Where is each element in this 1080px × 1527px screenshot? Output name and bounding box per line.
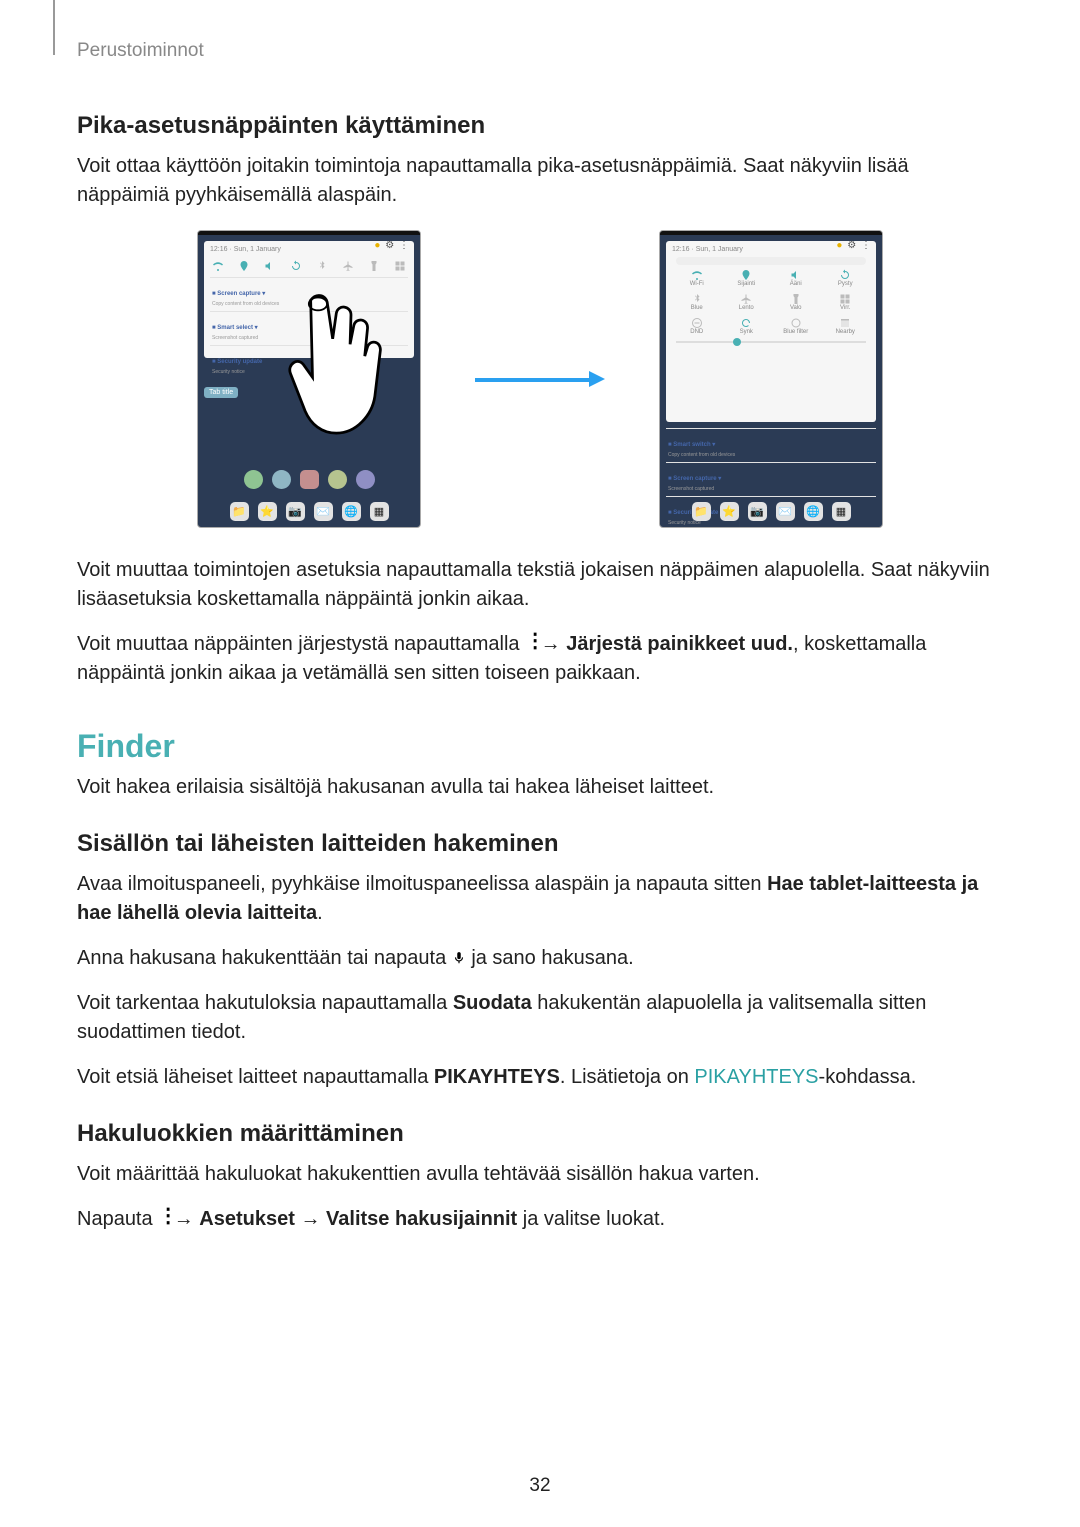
- sound-icon: [264, 259, 276, 271]
- power-icon: [821, 293, 871, 305]
- swipe-down-arrow-icon: ↓: [344, 327, 358, 359]
- text: ja sano hakusana.: [471, 947, 633, 969]
- text: Voit muuttaa näppäinten järjestystä napa…: [77, 633, 525, 655]
- text: ja valitse luokat.: [523, 1208, 665, 1230]
- wifi-icon: [212, 259, 224, 271]
- sound-icon: [771, 269, 821, 281]
- link-pikayhteys[interactable]: PIKAYHTEYS: [694, 1066, 818, 1088]
- wifi-icon: [672, 269, 722, 281]
- flashlight-icon: [368, 259, 380, 271]
- dock-apps-icon: ▦: [370, 502, 389, 521]
- paragraph: Anna hakusana hakukenttään tai napauta j…: [77, 944, 1003, 973]
- paragraph: Voit muuttaa toimintojen asetuksia napau…: [77, 556, 1003, 614]
- section-heading-finder: Finder: [77, 728, 1003, 765]
- paragraph: Avaa ilmoituspaneeli, pyyhkäise ilmoitus…: [77, 870, 1003, 928]
- grid-icon: [394, 259, 406, 271]
- text: . Lisätietoja on: [560, 1066, 695, 1088]
- paragraph: Napauta → Asetukset → Valitse hakusijain…: [77, 1205, 1003, 1234]
- microphone-icon: [452, 947, 466, 965]
- dock-mail-icon: ✉️: [314, 502, 333, 521]
- bluelight-icon: [771, 317, 821, 329]
- more-options-icon: [158, 1209, 168, 1227]
- search-bar: [676, 257, 866, 265]
- paragraph: Voit hakea erilaisia sisältöjä hakusanan…: [77, 773, 1003, 802]
- rotate-icon: [290, 259, 302, 271]
- text-bold: Järjestä painikkeet uud.: [566, 633, 793, 655]
- bluetooth-icon: [672, 293, 722, 305]
- paragraph: Voit tarkentaa hakutuloksia napauttamall…: [77, 989, 1003, 1047]
- flashlight-icon: [771, 293, 821, 305]
- paragraph: Voit ottaa käyttöön joitakin toimintoja …: [77, 152, 1003, 210]
- screenshot-before: 12:16 · Sun, 1 January ● ⚙ ⋮: [197, 230, 421, 528]
- location-icon: [722, 269, 772, 281]
- rotate-icon: [821, 269, 871, 281]
- breadcrumb: Perustoiminnot: [77, 40, 1003, 62]
- text-bold: Valitse hakusijainnit: [326, 1208, 517, 1230]
- arrow-right-icon: [475, 376, 605, 382]
- nearby-icon: [821, 317, 871, 329]
- dock-star-icon: ⭐: [258, 502, 277, 521]
- figure-row: 12:16 · Sun, 1 January ● ⚙ ⋮: [77, 230, 1003, 528]
- text: Voit etsiä läheiset laitteet napauttamal…: [77, 1066, 434, 1088]
- dock-globe-icon: 🌐: [342, 502, 361, 521]
- text: Napauta: [77, 1208, 158, 1230]
- page-number: 32: [0, 1475, 1080, 1497]
- airplane-icon: [342, 259, 354, 271]
- bluetooth-icon: [316, 259, 328, 271]
- sync-icon: [722, 317, 772, 329]
- text: →: [300, 1208, 326, 1230]
- dock-folder-icon: 📁: [230, 502, 249, 521]
- airplane-icon: [722, 293, 772, 305]
- text: Voit tarkentaa hakutuloksia napauttamall…: [77, 992, 453, 1014]
- subheading-search-content: Sisällön tai läheisten laitteiden hakemi…: [77, 830, 1003, 858]
- paragraph: Voit määrittää hakuluokat hakukenttien a…: [77, 1160, 1003, 1189]
- text: Avaa ilmoituspaneeli, pyyhkäise ilmoitus…: [77, 873, 767, 895]
- document-page: Perustoiminnot Pika-asetusnäppäinten käy…: [0, 0, 1080, 1527]
- more-options-icon: [525, 634, 535, 652]
- margin-rule: [53, 0, 55, 55]
- dnd-icon: [672, 317, 722, 329]
- text: .: [317, 902, 323, 924]
- screenshot-after: 12:16 · Sun, 1 January ● ⚙ ⋮ Wi-Fi Sijai…: [659, 230, 883, 528]
- paragraph: Voit muuttaa näppäinten järjestystä napa…: [77, 630, 1003, 688]
- section-heading-quick-settings: Pika-asetusnäppäinten käyttäminen: [77, 112, 1003, 140]
- text-bold: Asetukset: [199, 1208, 295, 1230]
- text: Anna hakusana hakukenttään tai napauta: [77, 947, 452, 969]
- dock-camera-icon: 📷: [286, 502, 305, 521]
- text: -kohdassa.: [819, 1066, 917, 1088]
- location-icon: [238, 259, 250, 271]
- subheading-categories: Hakuluokkien määrittäminen: [77, 1120, 1003, 1148]
- paragraph: Voit etsiä läheiset laitteet napauttamal…: [77, 1063, 1003, 1092]
- text-bold: PIKAYHTEYS: [434, 1066, 560, 1088]
- text-bold: Suodata: [453, 992, 532, 1014]
